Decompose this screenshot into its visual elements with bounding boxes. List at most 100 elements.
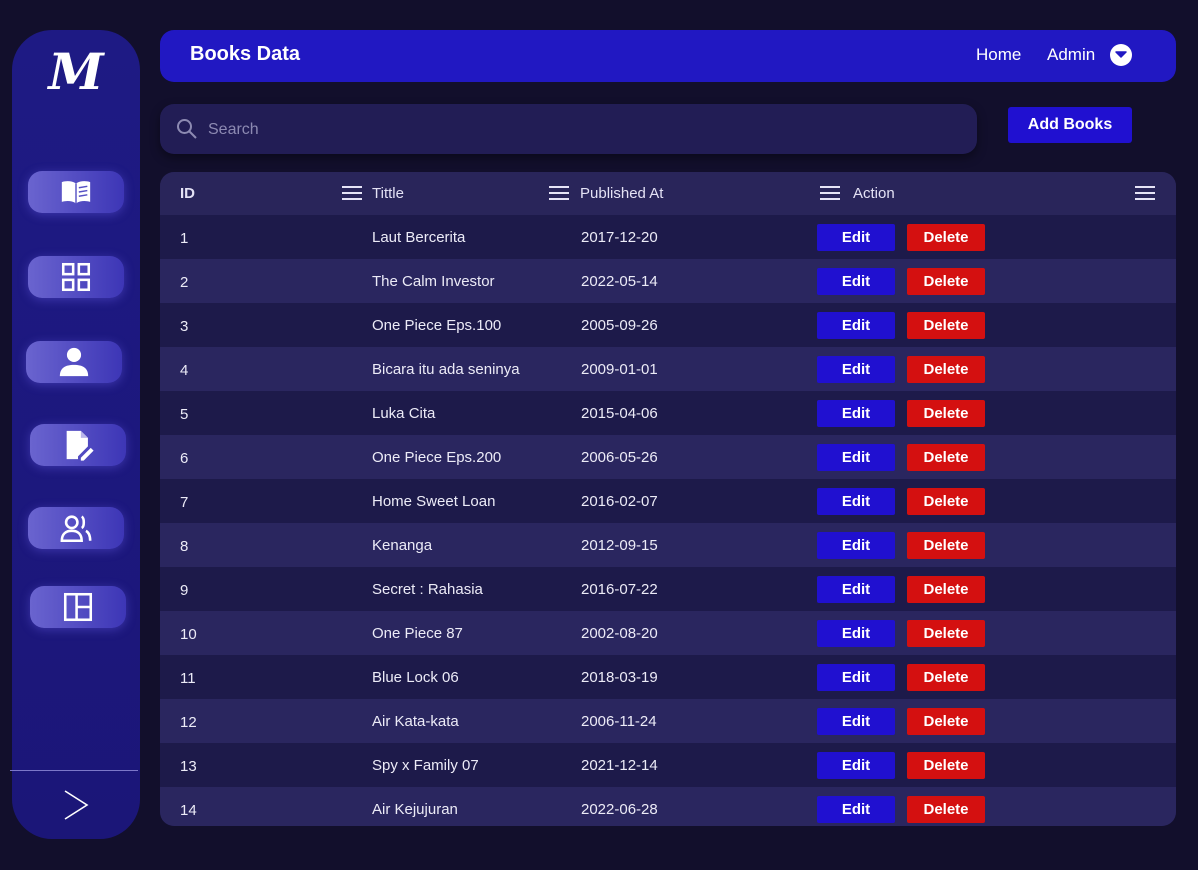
sidebar-item-users[interactable] (28, 507, 124, 549)
column-header-title: Tittle (372, 185, 404, 202)
row-published-date: 2015-04-06 (581, 405, 658, 422)
dashboard-icon (61, 262, 91, 292)
delete-button[interactable]: Delete (907, 312, 985, 339)
edit-button[interactable]: Edit (817, 400, 895, 427)
row-published-date: 2002-08-20 (581, 625, 658, 642)
chevron-down-icon (1115, 51, 1127, 58)
row-id: 11 (180, 670, 196, 687)
sidebar-divider (10, 770, 138, 771)
table-row: 4 Bicara itu ada seninya 2009-01-01 Edit Del… (160, 347, 1176, 391)
column-menu-icon[interactable] (342, 186, 362, 202)
column-header-published: Published At (580, 185, 664, 202)
row-id: 7 (180, 494, 189, 511)
table-row: 7 Home Sweet Loan 2016-02-07 Edit Delete (160, 479, 1176, 523)
table-row: 2 The Calm Investor 2022-05-14 Edit Delete (160, 259, 1176, 303)
row-published-date: 2009-01-01 (581, 361, 658, 378)
row-title: Blue Lock 06 (372, 669, 459, 686)
delete-button[interactable]: Delete (907, 444, 985, 471)
row-id: 3 (180, 318, 189, 335)
column-menu-icon[interactable] (820, 186, 840, 202)
row-title: Luka Cita (372, 405, 436, 422)
user-icon (59, 347, 89, 377)
row-id: 1 (180, 230, 189, 247)
edit-button[interactable]: Edit (817, 224, 895, 251)
row-id: 4 (180, 362, 189, 379)
top-header: Books Data Home Admin (160, 30, 1176, 82)
row-published-date: 2021-12-14 (581, 757, 658, 774)
home-link[interactable]: Home (976, 45, 1021, 65)
column-menu-icon[interactable] (1135, 186, 1155, 202)
delete-button[interactable]: Delete (907, 708, 985, 735)
admin-dropdown-button[interactable] (1110, 44, 1132, 66)
table-row: 10 One Piece 87 2002-08-20 Edit Delete (160, 611, 1176, 655)
admin-menu[interactable]: Admin (1047, 45, 1095, 65)
edit-button[interactable]: Edit (817, 532, 895, 559)
delete-button[interactable]: Delete (907, 356, 985, 383)
row-published-date: 2022-05-14 (581, 273, 658, 290)
row-id: 5 (180, 406, 189, 423)
column-menu-icon[interactable] (549, 186, 569, 202)
edit-document-icon (66, 430, 94, 461)
edit-button[interactable]: Edit (817, 708, 895, 735)
edit-button[interactable]: Edit (817, 356, 895, 383)
row-title: One Piece Eps.200 (372, 449, 502, 466)
delete-button[interactable]: Delete (907, 532, 985, 559)
row-id: 2 (180, 274, 189, 291)
row-published-date: 2006-11-24 (581, 713, 657, 730)
delete-button[interactable]: Delete (907, 796, 985, 823)
row-published-date: 2012-09-15 (581, 537, 658, 554)
search-icon (177, 119, 197, 139)
row-title: Spy x Family 07 (372, 757, 479, 774)
sidebar-item-edit[interactable] (30, 424, 126, 466)
row-id: 14 (180, 802, 197, 819)
page-title: Books Data (190, 43, 301, 65)
row-published-date: 2016-02-07 (581, 493, 658, 510)
table-row: 6 One Piece Eps.200 2006-05-26 Edit Delete (160, 435, 1176, 479)
books-table: ID Tittle Published At Action 1 Laut Berc… (160, 172, 1176, 826)
row-published-date: 2018-03-19 (581, 669, 658, 686)
delete-button[interactable]: Delete (907, 224, 985, 251)
delete-button[interactable]: Delete (907, 268, 985, 295)
edit-button[interactable]: Edit (817, 620, 895, 647)
edit-button[interactable]: Edit (817, 488, 895, 515)
row-published-date: 2016-07-22 (581, 581, 658, 598)
sidebar-item-books[interactable] (28, 171, 124, 213)
row-title: Air Kata-kata (372, 713, 459, 730)
row-title: Air Kejujuran (372, 801, 458, 818)
delete-button[interactable]: Delete (907, 664, 985, 691)
row-id: 12 (180, 714, 197, 731)
sidebar-expand-button[interactable] (52, 785, 100, 825)
edit-button[interactable]: Edit (817, 312, 895, 339)
add-books-button[interactable]: Add Books (1008, 107, 1132, 143)
row-title: One Piece 87 (372, 625, 463, 642)
row-published-date: 2017-12-20 (581, 229, 658, 246)
delete-button[interactable]: Delete (907, 752, 985, 779)
users-icon (60, 515, 92, 543)
row-id: 9 (180, 582, 189, 599)
edit-button[interactable]: Edit (817, 752, 895, 779)
edit-button[interactable]: Edit (817, 576, 895, 603)
edit-button[interactable]: Edit (817, 664, 895, 691)
row-title: Home Sweet Loan (372, 493, 496, 510)
table-row: 8 Kenanga 2012-09-15 Edit Delete (160, 523, 1176, 567)
edit-button[interactable]: Edit (817, 796, 895, 823)
delete-button[interactable]: Delete (907, 620, 985, 647)
sidebar-item-profile[interactable] (26, 341, 122, 383)
row-title: Secret : Rahasia (372, 581, 483, 598)
sidebar-item-layout[interactable] (30, 586, 126, 628)
delete-button[interactable]: Delete (907, 400, 985, 427)
edit-button[interactable]: Edit (817, 444, 895, 471)
edit-button[interactable]: Edit (817, 268, 895, 295)
row-title: Kenanga (372, 537, 433, 554)
sidebar-item-dashboard[interactable] (28, 256, 124, 298)
delete-button[interactable]: Delete (907, 488, 985, 515)
row-title: Bicara itu ada seninya (372, 361, 520, 378)
row-published-date: 2022-06-28 (581, 801, 658, 818)
layout-icon (63, 592, 93, 622)
row-id: 10 (180, 626, 197, 643)
delete-button[interactable]: Delete (907, 576, 985, 603)
table-row: 13 Spy x Family 07 2021-12-14 Edit Delete (160, 743, 1176, 787)
column-header-action: Action (853, 185, 895, 202)
book-icon (61, 181, 91, 204)
search-input[interactable] (206, 112, 950, 148)
